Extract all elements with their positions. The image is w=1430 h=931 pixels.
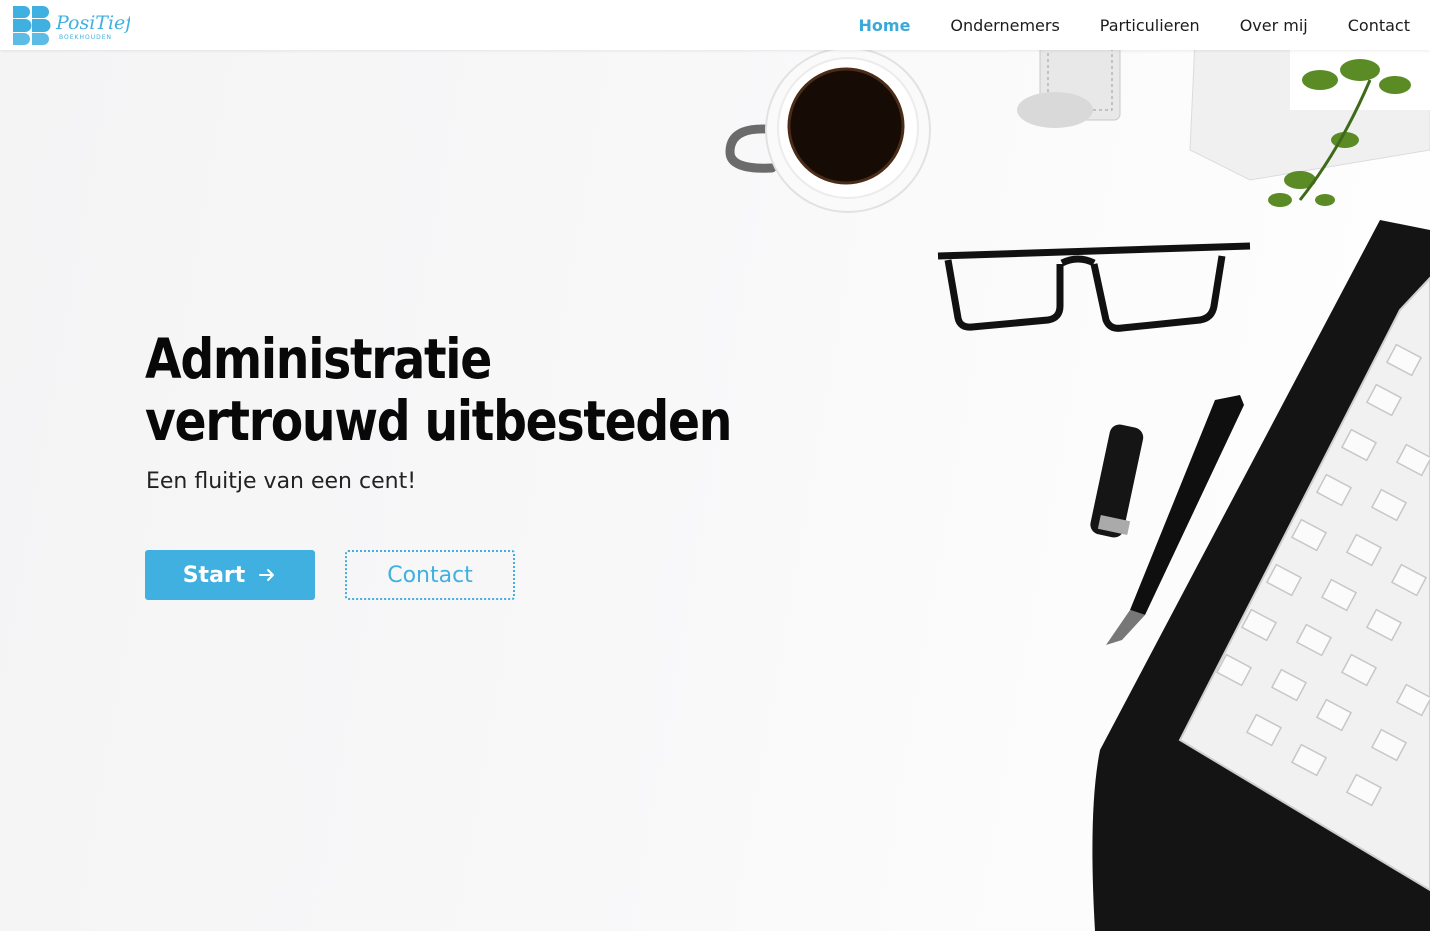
site-logo[interactable]: PosiTief BOEKHOUDEN (10, 4, 130, 46)
main-nav: Home Ondernemers Particulieren Over mij … (819, 0, 1410, 50)
logo-wordmark: PosiTief (55, 12, 130, 34)
plant-icon (1017, 50, 1430, 207)
hero-title-line-2: vertrouwd uitbesteden (145, 389, 732, 453)
nav-item-over-mij[interactable]: Over mij (1240, 16, 1308, 35)
positief-logo-icon: PosiTief BOEKHOUDEN (13, 6, 130, 45)
navbar: PosiTief BOEKHOUDEN Home Ondernemers Par… (0, 0, 1430, 50)
start-button-label: Start (182, 562, 246, 588)
logo-subtext: BOEKHOUDEN (59, 34, 112, 41)
start-button[interactable]: Start (145, 550, 315, 600)
nav-item-contact[interactable]: Contact (1348, 16, 1410, 35)
hero-subtitle: Een fluitje van een cent! (146, 469, 417, 494)
hero-title: Administratie vertrouwd uitbesteden (145, 328, 799, 452)
arrow-right-icon (257, 565, 277, 585)
hero-section: Administratie vertrouwd uitbesteden Een … (0, 50, 1430, 931)
nav-item-particulieren[interactable]: Particulieren (1100, 16, 1200, 35)
glasses-icon (937, 242, 1251, 332)
nav-item-ondernemers[interactable]: Ondernemers (950, 16, 1059, 35)
coffee-cup-icon (725, 50, 931, 213)
nav-item-home[interactable]: Home (859, 16, 911, 35)
contact-button[interactable]: Contact (345, 550, 515, 600)
contact-button-label: Contact (387, 562, 473, 588)
hero-title-line-1: Administratie (145, 327, 492, 391)
